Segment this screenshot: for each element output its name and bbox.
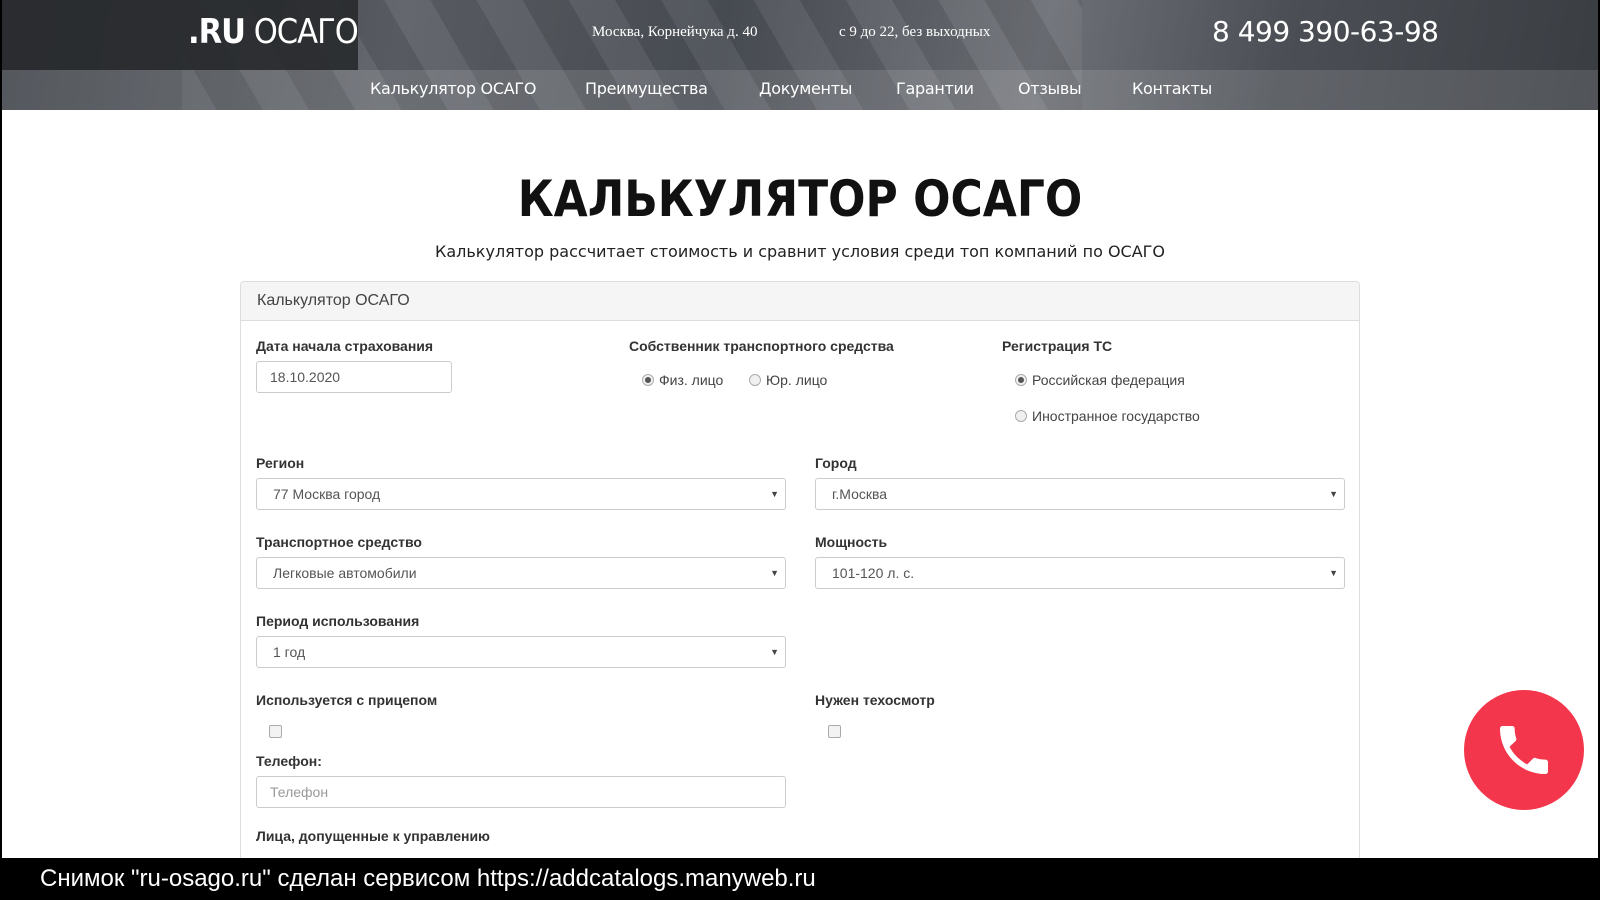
calculator-panel: Калькулятор ОСАГО Дата начала страховани… (240, 281, 1360, 883)
footer-text: Снимок "ru-osago.ru" сделан сервисом htt… (40, 865, 816, 892)
trailer-label: Используется с прицепом (256, 692, 438, 708)
phone-label: Телефон: (256, 753, 322, 769)
radio-icon[interactable] (1015, 410, 1027, 422)
screenshot-footer: Снимок "ru-osago.ru" сделан сервисом htt… (0, 858, 1600, 900)
header-hours: с 9 до 22, без выходных (839, 24, 991, 40)
registration-radio-russia[interactable]: Российская федерация (1015, 372, 1185, 388)
page-subtitle: Калькулятор рассчитает стоимость и сравн… (434, 242, 1166, 261)
city-select[interactable]: г.Москва ▼ (815, 478, 1345, 510)
city-value: г.Москва (832, 486, 888, 502)
vehicle-select[interactable]: Легковые автомобили ▼ (256, 557, 786, 589)
region-value: 77 Москва город (273, 486, 381, 502)
power-select[interactable]: 101-120 л. с. ▼ (815, 557, 1345, 589)
radio-selected-icon[interactable] (642, 374, 654, 386)
site-header: .RU ОСАГО Москва, Корнейчука д. 40 с 9 д… (2, 0, 1598, 110)
phone-input[interactable]: Телефон (256, 776, 786, 808)
logo-prefix: .RU (188, 12, 246, 52)
registration-option-foreign: Иностранное государство (1032, 408, 1200, 424)
header-phone[interactable]: 8 499 390-63-98 (1212, 15, 1439, 48)
left-border (0, 0, 2, 858)
inspection-checkbox[interactable] (828, 725, 841, 738)
owner-option-legal: Юр. лицо (766, 372, 828, 388)
vehicle-value: Легковые автомобили (273, 565, 417, 581)
chevron-down-icon: ▼ (1329, 489, 1338, 499)
owner-label: Собственник транспортного средства (629, 338, 894, 354)
site-logo[interactable]: .RU ОСАГО (188, 12, 359, 52)
start-date-input[interactable]: 18.10.2020 (256, 361, 452, 393)
owner-option-individual: Физ. лицо (659, 372, 724, 388)
nav-item-advantages[interactable]: Преимущества (585, 79, 708, 98)
inspection-label: Нужен техосмотр (815, 692, 935, 708)
chevron-down-icon: ▼ (770, 489, 779, 499)
panel-heading: Калькулятор ОСАГО (241, 282, 1359, 321)
owner-radio-individual[interactable]: Физ. лицо (642, 372, 723, 388)
nav-item-contacts[interactable]: Контакты (1132, 79, 1212, 98)
header-address: Москва, Корнейчука д. 40 (592, 24, 758, 40)
radio-selected-icon[interactable] (1015, 374, 1027, 386)
phone-icon (1500, 726, 1548, 774)
period-value: 1 год (273, 644, 306, 660)
call-button[interactable] (1464, 690, 1584, 810)
region-select[interactable]: 77 Москва город ▼ (256, 478, 786, 510)
registration-radio-foreign[interactable]: Иностранное государство (1015, 408, 1200, 424)
vehicle-label: Транспортное средство (256, 534, 422, 550)
header-top-bar: .RU ОСАГО Москва, Корнейчука д. 40 с 9 д… (2, 0, 1598, 70)
period-select[interactable]: 1 год ▼ (256, 636, 786, 668)
logo-suffix: ОСАГО (253, 12, 359, 52)
power-label: Мощность (815, 534, 888, 550)
period-label: Период использования (256, 613, 420, 629)
start-date-label: Дата начала страхования (256, 338, 434, 354)
drivers-label: Лица, допущенные к управлению (256, 828, 491, 844)
nav-item-guarantees[interactable]: Гарантии (896, 79, 974, 98)
region-label: Регион (256, 455, 305, 471)
trailer-checkbox[interactable] (269, 725, 282, 738)
main-nav: Калькулятор ОСАГО Преимущества Документы… (2, 70, 1598, 110)
chevron-down-icon: ▼ (770, 647, 779, 657)
chevron-down-icon: ▼ (770, 568, 779, 578)
phone-placeholder: Телефон (270, 784, 329, 800)
page-title: КАЛЬКУЛЯТОР ОСАГО (517, 170, 1083, 228)
nav-item-calculator[interactable]: Калькулятор ОСАГО (370, 79, 536, 98)
owner-radio-legal[interactable]: Юр. лицо (749, 372, 827, 388)
radio-icon[interactable] (749, 374, 761, 386)
power-value: 101-120 л. с. (832, 565, 915, 581)
city-label: Город (815, 455, 857, 471)
nav-item-reviews[interactable]: Отзывы (1018, 79, 1082, 98)
registration-option-russia: Российская федерация (1032, 372, 1185, 388)
chevron-down-icon: ▼ (1329, 568, 1338, 578)
registration-label: Регистрация ТС (1002, 338, 1113, 354)
nav-item-documents[interactable]: Документы (759, 79, 852, 98)
